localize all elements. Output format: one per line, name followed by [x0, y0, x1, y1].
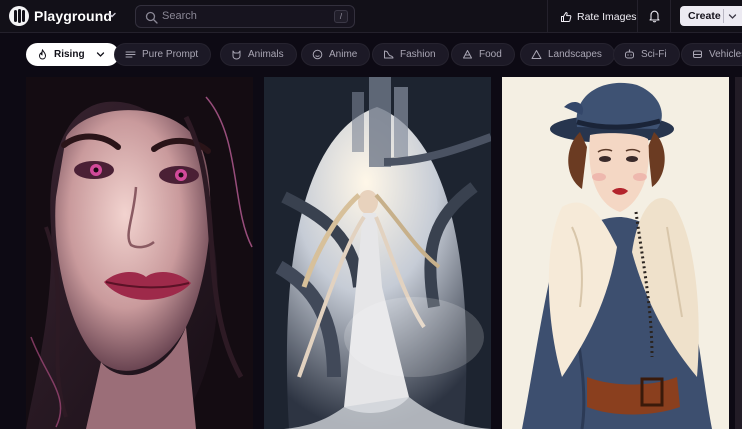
bell-icon[interactable] — [648, 9, 661, 23]
lines-icon — [125, 51, 136, 58]
image-gallery — [0, 77, 742, 429]
filter-chip-animals[interactable]: Animals — [220, 43, 297, 66]
filter-chip-landscapes[interactable]: Landscapes — [520, 43, 615, 66]
search-icon — [145, 11, 158, 24]
create-label: Create — [688, 10, 721, 22]
create-split-divider — [723, 9, 724, 23]
filter-chip-pure-prompt[interactable]: Pure Prompt — [114, 43, 212, 66]
filter-chip-label: Fashion — [400, 49, 436, 60]
brand-name[interactable]: Playground — [34, 8, 112, 24]
filter-chip-label: Rising — [54, 49, 85, 60]
animal-icon — [232, 50, 241, 60]
car-icon — [693, 50, 702, 58]
category-filter-bar: Rising Pure Prompt Animals Anime Fashion — [0, 33, 742, 77]
gallery-image-1[interactable] — [26, 77, 253, 429]
smile-icon — [312, 49, 323, 60]
top-bar: Playground Search / Rate Images Create — [0, 0, 742, 33]
rate-images-button[interactable]: Rate Images — [560, 9, 637, 25]
city-woman-image — [264, 77, 491, 429]
filter-chip-anime[interactable]: Anime — [301, 43, 371, 66]
search-shortcut-key: / — [334, 10, 348, 23]
filter-chip-label: Sci-Fi — [641, 49, 667, 60]
playground-logo-icon[interactable] — [9, 6, 29, 26]
chevron-down-icon[interactable] — [107, 10, 117, 20]
thumbs-up-icon — [561, 12, 572, 22]
divider — [547, 0, 548, 33]
search-input[interactable]: Search / — [135, 5, 355, 28]
gallery-image-3[interactable] — [502, 77, 729, 429]
filter-chip-label: Animals — [248, 49, 284, 60]
filter-chip-label: Anime — [329, 49, 358, 60]
robot-icon — [625, 49, 634, 59]
filter-chip-vehicles[interactable]: Vehicles — [681, 43, 742, 66]
filter-chip-fashion[interactable]: Fashion — [372, 43, 449, 66]
mountain-icon — [531, 50, 542, 59]
chevron-down-icon — [96, 52, 104, 57]
filter-chip-food[interactable]: Food — [451, 43, 515, 66]
gallery-image-2[interactable] — [264, 77, 491, 429]
filter-chip-label: Landscapes — [548, 49, 602, 60]
filter-chip-label: Food — [479, 49, 502, 60]
food-icon — [463, 50, 472, 59]
gallery-image-4[interactable] — [735, 77, 742, 429]
filter-chip-label: Vehicles — [709, 49, 742, 60]
divider — [670, 0, 671, 33]
flame-icon — [38, 49, 47, 60]
filter-chip-sci-fi[interactable]: Sci-Fi — [613, 43, 680, 66]
chevron-down-icon[interactable] — [728, 12, 737, 21]
filter-chip-label: Pure Prompt — [142, 49, 199, 60]
filter-chip-rising[interactable]: Rising — [26, 43, 119, 66]
create-button[interactable]: Create — [680, 6, 742, 26]
rate-images-label: Rate Images — [577, 11, 637, 23]
divider — [637, 0, 638, 33]
vintage-woman-image — [502, 77, 729, 429]
portrait-image — [26, 77, 253, 429]
search-placeholder: Search — [162, 10, 197, 22]
shoe-icon — [384, 50, 394, 59]
